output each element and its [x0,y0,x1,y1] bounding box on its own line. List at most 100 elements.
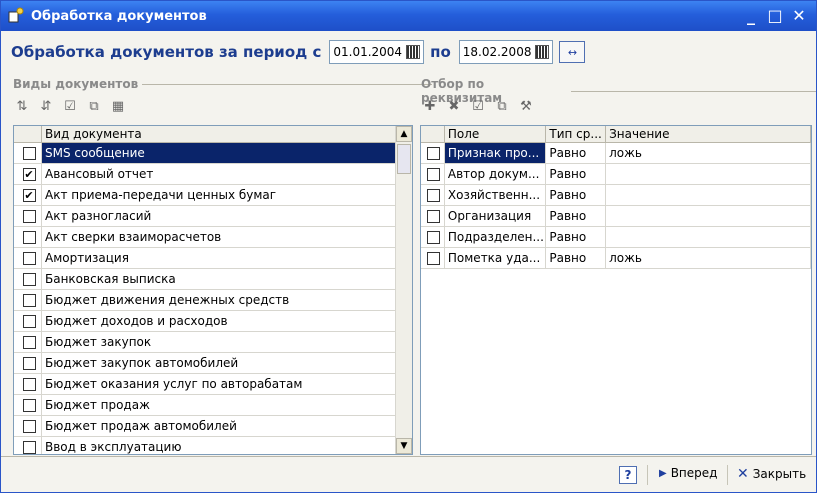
row-label: Бюджет закупок [42,332,397,352]
add-row-icon[interactable]: ✚ [421,97,439,115]
row-checkbox[interactable] [427,146,441,160]
table-row[interactable]: Амортизация [14,248,412,269]
table-row[interactable]: Бюджет продаж [14,395,412,416]
row-checkbox[interactable] [22,377,36,391]
table-header: Поле Тип ср... Значение [421,126,811,143]
check-all-icon[interactable]: ☑ [469,97,487,115]
date-from-field[interactable]: 01.01.2004 [329,40,425,64]
close-button[interactable]: ✕ Закрыть [737,466,806,482]
row-checkbox[interactable] [427,188,441,202]
check-all-icon[interactable]: ☑ [61,97,79,115]
scroll-down-button[interactable]: ▼ [396,438,412,454]
row-label: Бюджет закупок автомобилей [42,353,397,373]
cell-field[interactable]: Автор докум... [445,164,547,184]
help-button[interactable]: ? [619,466,637,484]
scroll-up-button[interactable]: ▲ [396,126,412,142]
doc-types-section-label: Виды документов [13,77,433,91]
table-row[interactable]: Акт разногласий [14,206,412,227]
sort-desc-icon[interactable]: ⇵ [37,97,55,115]
copy-icon[interactable]: ⧉ [85,97,103,115]
date-to-value: 18.02.2008 [462,45,532,59]
row-checkbox[interactable] [22,293,36,307]
row-checkbox[interactable] [22,146,36,160]
cell-field[interactable]: Признак про... [444,143,547,163]
cell-type[interactable]: Равно [546,206,607,226]
table-row[interactable]: Бюджет доходов и расходов [14,311,412,332]
cell-value[interactable] [606,164,811,184]
period-to-label: по [430,43,451,61]
table-row[interactable]: Автор докум... Равно [421,164,811,185]
row-checkbox[interactable] [22,356,36,370]
cell-field[interactable]: Хозяйственн... [445,185,547,205]
table-row[interactable]: Бюджет оказания услуг по авторабатам [14,374,412,395]
calendar-icon[interactable] [535,45,550,59]
cell-field[interactable]: Организация [445,206,547,226]
table-row[interactable]: Бюджет продаж автомобилей [14,416,412,437]
maximize-button[interactable]: □ [766,7,784,25]
row-checkbox[interactable] [427,251,441,265]
row-checkbox[interactable]: ✔ [22,167,36,181]
sort-asc-icon[interactable]: ⇅ [13,97,31,115]
row-label: Акт разногласий [42,206,397,226]
table-row[interactable]: Организация Равно [421,206,811,227]
period-range-button[interactable]: ↔ [559,41,586,63]
next-button[interactable]: ▶ Вперед [659,466,717,480]
row-checkbox[interactable] [22,314,36,328]
cell-type[interactable]: Равно [546,248,607,268]
row-checkbox[interactable] [22,251,36,265]
table-row[interactable]: ✔ Акт приема-передачи ценных бумаг [14,185,412,206]
scroll-thumb[interactable] [397,144,411,174]
table-row[interactable]: Бюджет закупок [14,332,412,353]
table-row[interactable]: Признак про... Равно ложь [421,143,811,164]
copy-icon[interactable]: ⧉ [493,97,511,115]
cell-type[interactable]: Равно [546,185,607,205]
table-row[interactable]: Банковская выписка [14,269,412,290]
close-window-button[interactable]: ✕ [790,7,808,25]
cell-value[interactable]: ложь [606,143,811,163]
table-row[interactable]: Акт сверки взаиморасчетов [14,227,412,248]
table-row[interactable]: Ввод в эксплуатацию [14,437,412,454]
row-checkbox[interactable] [22,272,36,286]
table-row[interactable]: Подразделен... Равно [421,227,811,248]
row-checkbox[interactable] [427,209,441,223]
row-checkbox[interactable] [427,230,441,244]
row-checkbox[interactable] [22,440,36,454]
table-row[interactable]: Хозяйственн... Равно [421,185,811,206]
date-to-field[interactable]: 18.02.2008 [458,40,554,64]
row-label: Банковская выписка [42,269,397,289]
cell-field[interactable]: Подразделен... [445,227,547,247]
row-label: Бюджет доходов и расходов [42,311,397,331]
cell-value[interactable] [606,227,811,247]
table-row[interactable]: Пометка уда... Равно ложь [421,248,811,269]
cell-type[interactable]: Равно [546,164,607,184]
row-checkbox[interactable] [22,419,36,433]
vertical-scrollbar[interactable]: ▲ ▼ [395,126,412,454]
calendar-icon[interactable] [406,45,421,59]
cell-value[interactable] [606,185,811,205]
cell-type[interactable]: Равно [546,143,607,163]
cell-type[interactable]: Равно [546,227,607,247]
row-checkbox[interactable] [22,230,36,244]
cell-value[interactable]: ложь [606,248,811,268]
cell-value[interactable] [606,206,811,226]
settings-icon[interactable]: ⚒ [517,97,535,115]
processing-window: Обработка документов _ □ ✕ Обработка док… [0,0,817,493]
table-row[interactable]: SMS сообщение [14,143,412,164]
row-checkbox[interactable] [427,167,441,181]
delete-row-icon[interactable]: ✖ [445,97,463,115]
table-row[interactable]: Бюджет движения денежных средств [14,290,412,311]
row-label: Бюджет движения денежных средств [42,290,397,310]
row-checkbox[interactable]: ✔ [22,188,36,202]
table-row[interactable]: ✔ Авансовый отчет [14,164,412,185]
minimize-button[interactable]: _ [742,7,760,25]
row-checkbox[interactable] [22,209,36,223]
cell-field[interactable]: Пометка уда... [445,248,547,268]
columns-icon[interactable]: ▦ [109,97,127,115]
table-row[interactable]: Бюджет закупок автомобилей [14,353,412,374]
table-header: Вид документа [14,126,412,143]
row-label: Ввод в эксплуатацию [42,437,397,454]
row-checkbox[interactable] [22,398,36,412]
status-bar: ? ▶ Вперед ✕ Закрыть [1,456,816,492]
column-header: Поле [445,126,547,142]
row-checkbox[interactable] [22,335,36,349]
